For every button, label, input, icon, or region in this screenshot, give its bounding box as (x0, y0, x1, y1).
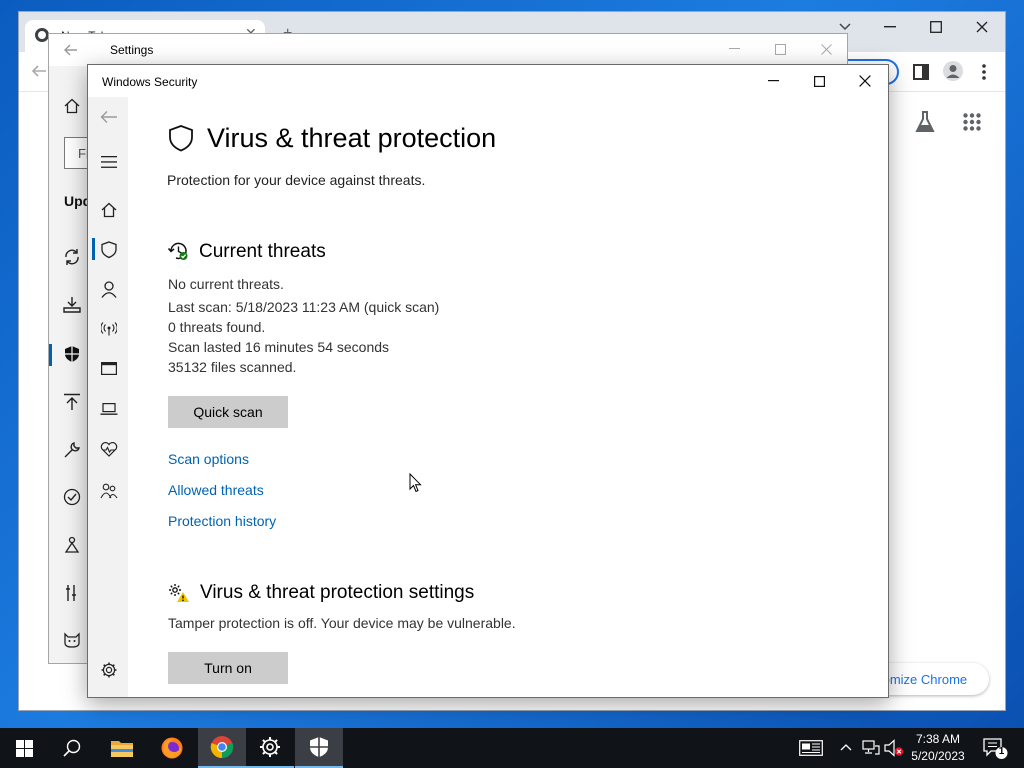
chrome-minimize-button[interactable] (867, 12, 913, 42)
tray-overflow-chevron-icon[interactable] (840, 743, 852, 751)
delivery-optimization-icon[interactable] (63, 296, 81, 314)
notification-count-badge: 1 (998, 746, 1005, 757)
winsec-close-button[interactable] (842, 66, 888, 96)
scan-duration-line: Scan lasted 16 minutes 54 seconds (168, 339, 390, 355)
activation-check-icon[interactable] (63, 488, 81, 506)
protection-history-link[interactable]: Protection history (168, 513, 276, 529)
protection-settings-warning-icon (168, 583, 190, 603)
firefox-icon[interactable] (148, 728, 196, 768)
insider-program-icon[interactable] (63, 631, 81, 649)
allowed-threats-link[interactable]: Allowed threats (168, 482, 264, 498)
taskbar-search-icon[interactable] (48, 728, 96, 768)
windows-security-window: Windows Security Virus & threat protecti… (87, 64, 889, 698)
shield-icon[interactable] (101, 241, 117, 259)
firewall-icon[interactable] (101, 322, 117, 336)
family-icon[interactable] (100, 483, 118, 499)
hamburger-icon[interactable] (101, 156, 117, 168)
chrome-labs-icon[interactable] (914, 110, 936, 134)
current-threats-icon (168, 241, 190, 261)
settings-minimize-button[interactable] (711, 34, 757, 64)
threats-found-line: 0 threats found. (168, 319, 266, 335)
page-shield-icon (168, 124, 194, 152)
taskbar: 7:38 AM 5/20/2023 1 (0, 728, 1024, 768)
chrome-apps-icon[interactable] (963, 113, 981, 131)
network-icon[interactable] (862, 740, 880, 756)
windows-security-shield-icon[interactable] (63, 345, 81, 363)
winsec-maximize-button[interactable] (796, 66, 842, 96)
chrome-back-icon[interactable] (31, 63, 47, 79)
start-button[interactable] (0, 728, 48, 768)
protection-settings-heading: Virus & threat protection settings (200, 582, 475, 603)
settings-title: Settings (110, 43, 154, 57)
windows-update-icon[interactable] (63, 248, 81, 266)
settings-home-icon[interactable] (64, 98, 80, 114)
scan-options-link[interactable]: Scan options (168, 451, 249, 467)
threats-status-line: No current threats. (168, 276, 284, 292)
tamper-protection-message: Tamper protection is off. Your device ma… (168, 615, 516, 631)
chrome-maximize-button[interactable] (913, 12, 959, 42)
winsec-title: Windows Security (102, 75, 198, 89)
file-explorer-icon[interactable] (98, 728, 146, 768)
clock-date: 5/20/2023 (911, 749, 965, 763)
backup-icon[interactable] (63, 393, 81, 411)
home-icon[interactable] (101, 202, 117, 218)
chrome-profile-avatar[interactable] (943, 61, 963, 81)
turn-on-button[interactable]: Turn on (168, 652, 288, 684)
settings-maximize-button[interactable] (757, 34, 803, 64)
developers-icon[interactable] (63, 584, 81, 602)
settings-gear-icon[interactable] (100, 661, 118, 679)
winsec-minimize-button[interactable] (750, 66, 796, 96)
page-subtitle: Protection for your device against threa… (167, 172, 426, 188)
windows-security-taskbar-icon[interactable] (295, 728, 343, 768)
settings-back-icon[interactable] (64, 43, 78, 57)
health-icon[interactable] (100, 442, 118, 457)
files-scanned-line: 35132 files scanned. (168, 359, 297, 375)
last-scan-line: Last scan: 5/18/2023 11:23 AM (quick sca… (168, 299, 440, 315)
troubleshoot-wrench-icon[interactable] (63, 441, 81, 459)
current-threats-heading: Current threats (199, 241, 326, 262)
chrome-taskbar-icon[interactable] (198, 728, 246, 768)
tray-clock[interactable]: 7:38 AM 5/20/2023 (900, 731, 976, 765)
settings-selection-indicator (49, 344, 52, 366)
chrome-favicon-icon (35, 28, 49, 42)
page-title: Virus & threat protection (207, 123, 497, 153)
winsec-back-icon[interactable] (100, 110, 118, 124)
chrome-side-panel-icon[interactable] (913, 64, 929, 80)
clock-time: 7:38 AM (915, 732, 961, 746)
winsec-nav-selection-indicator (92, 238, 95, 260)
news-widget-icon[interactable] (799, 740, 823, 756)
app-browser-icon[interactable] (101, 362, 117, 375)
settings-close-button[interactable] (803, 34, 849, 64)
account-icon[interactable] (101, 281, 117, 298)
winsec-left-nav (88, 97, 128, 697)
find-my-device-icon[interactable] (63, 536, 81, 554)
mouse-cursor-icon (409, 473, 422, 493)
settings-taskbar-icon[interactable] (246, 728, 294, 768)
chrome-close-button[interactable] (959, 12, 1005, 42)
quick-scan-button[interactable]: Quick scan (168, 396, 288, 428)
customize-chrome-label: tomize Chrome (879, 672, 968, 687)
device-security-icon[interactable] (100, 403, 118, 415)
chrome-menu-icon[interactable] (982, 64, 986, 80)
